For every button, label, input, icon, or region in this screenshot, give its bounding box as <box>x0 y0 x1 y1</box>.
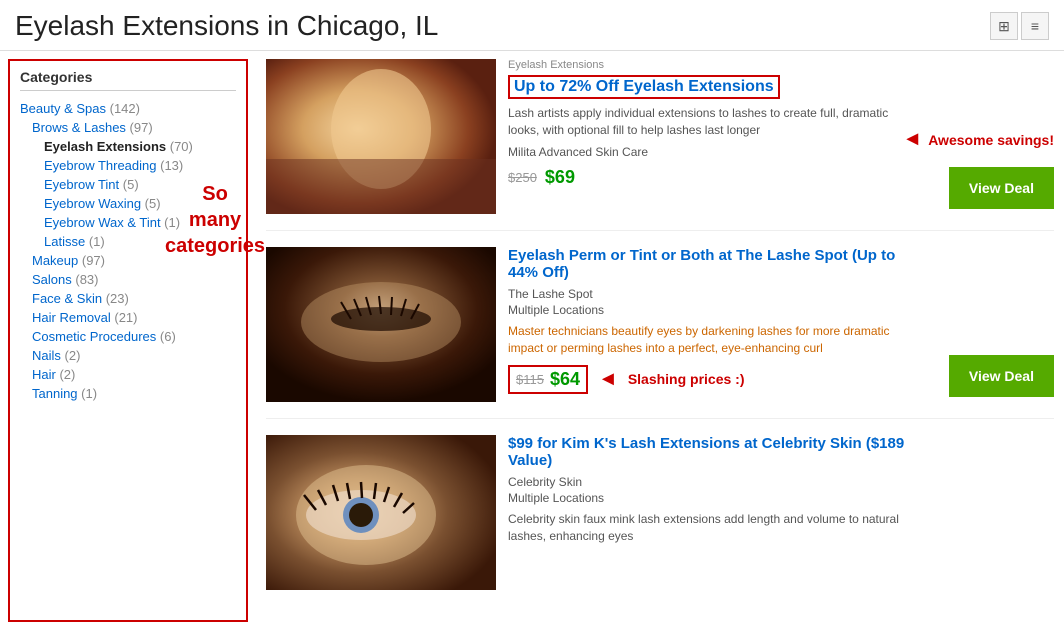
main-layout: Categories Beauty & Spas (142) Brows & L… <box>0 51 1064 630</box>
list-view-button[interactable]: ≡ <box>1021 12 1049 40</box>
sidebar-item-label: Face & Skin <box>32 291 106 306</box>
deal-image-3 <box>266 435 496 590</box>
deal-location-2: Multiple Locations <box>508 303 922 317</box>
sidebar-item-label: Nails <box>32 348 65 363</box>
deal-title-3[interactable]: $99 for Kim K's Lash Extensions at Celeb… <box>508 435 922 469</box>
deal-price-sale-1: $69 <box>545 167 575 188</box>
deal-card-2: Eyelash Perm or Tint or Both at The Lash… <box>266 247 1054 419</box>
deal-merchant-1: Milita Advanced Skin Care <box>508 145 890 159</box>
deal-description-3: Celebrity skin faux mink lash extensions… <box>508 511 922 545</box>
sidebar-item-face-skin[interactable]: Face & Skin (23) <box>20 289 236 308</box>
deal-price-sale-2: $64 <box>550 369 580 390</box>
sidebar-item-label: Tanning <box>32 386 81 401</box>
deal-actions-2: View Deal <box>934 247 1054 402</box>
deals-content: Eyelash Extensions Up to 72% Off Eyelash… <box>256 51 1064 630</box>
sidebar-item-label: Hair Removal <box>32 310 114 325</box>
sidebar-item-label: Hair <box>32 367 59 382</box>
deal-actions-3 <box>934 435 1054 590</box>
sidebar-item-label: Salons <box>32 272 75 287</box>
sidebar-item-eyelash-extensions[interactable]: Eyelash Extensions (70) <box>20 137 236 156</box>
page-title: Eyelash Extensions in Chicago, IL <box>15 10 438 42</box>
sidebar-title: Categories <box>20 69 236 91</box>
deal-image-1 <box>266 59 496 214</box>
sidebar-item-nails[interactable]: Nails (2) <box>20 346 236 365</box>
sidebar-item-label: Eyebrow Wax & Tint <box>44 215 164 230</box>
sidebar-item-label: Eyebrow Tint <box>44 177 123 192</box>
sidebar-item-label: Cosmetic Procedures <box>32 329 160 344</box>
sidebar-item-brows-lashes[interactable]: Brows & Lashes (97) <box>20 118 236 137</box>
awesome-annotation-1: Awesome savings! <box>928 132 1054 148</box>
deal-price-original-2: $115 <box>516 372 544 387</box>
deal-merchant-3: Celebrity Skin <box>508 475 922 489</box>
sidebar-item-label: Brows & Lashes <box>32 120 130 135</box>
sidebar-item-cosmetic-procedures[interactable]: Cosmetic Procedures (6) <box>20 327 236 346</box>
deal-image-2 <box>266 247 496 402</box>
sidebar-item-tanning[interactable]: Tanning (1) <box>20 384 236 403</box>
deal-merchant-2: The Lashe Spot <box>508 287 922 301</box>
view-toggle: ⊞ ≡ <box>990 12 1049 40</box>
deal-price-original-1: $250 <box>508 170 537 185</box>
sidebar-item-beauty-spas[interactable]: Beauty & Spas (142) <box>20 99 236 118</box>
sidebar-item-label: Eyebrow Waxing <box>44 196 145 211</box>
deal-price-box-2: $115 $64 <box>508 365 588 394</box>
deal-title-2[interactable]: Eyelash Perm or Tint or Both at The Lash… <box>508 247 922 281</box>
grid-view-button[interactable]: ⊞ <box>990 12 1018 40</box>
deal-actions-1: ◄ Awesome savings! View Deal <box>902 59 1054 214</box>
arrow-right-icon-1: ◄ <box>902 128 922 151</box>
sidebar-item-label: Latisse <box>44 234 89 249</box>
deal-card-1: Eyelash Extensions Up to 72% Off Eyelash… <box>266 59 1054 231</box>
view-deal-button-1[interactable]: View Deal <box>949 167 1054 209</box>
deal-info-3: $99 for Kim K's Lash Extensions at Celeb… <box>496 435 934 590</box>
deal-location-3: Multiple Locations <box>508 491 922 505</box>
sidebar-item-salons[interactable]: Salons (83) <box>20 270 236 289</box>
deal-category-1: Eyelash Extensions <box>508 59 890 71</box>
deal-card-3: $99 for Kim K's Lash Extensions at Celeb… <box>266 435 1054 606</box>
page-header: Eyelash Extensions in Chicago, IL ⊞ ≡ <box>0 0 1064 51</box>
slashing-annotation-2: Slashing prices :) <box>628 371 745 387</box>
view-deal-button-2[interactable]: View Deal <box>949 355 1054 397</box>
sidebar-item-hair-removal[interactable]: Hair Removal (21) <box>20 308 236 327</box>
sidebar-item-label: Makeup <box>32 253 82 268</box>
deal-title-1[interactable]: Up to 72% Off Eyelash Extensions <box>508 75 780 99</box>
sidebar-annotation: Somanycategories <box>165 181 265 259</box>
arrow-right-icon-2: ◄ <box>598 368 618 391</box>
sidebar-item-label: Eyelash Extensions <box>44 139 170 154</box>
deal-info-2: Eyelash Perm or Tint or Both at The Lash… <box>496 247 934 402</box>
sidebar-item-label: Eyebrow Threading <box>44 158 160 173</box>
sidebar-item-eyebrow-threading[interactable]: Eyebrow Threading (13) <box>20 156 236 175</box>
deal-description-1: Lash artists apply individual extensions… <box>508 105 890 139</box>
sidebar-item-label: Beauty & Spas <box>20 101 110 116</box>
sidebar-item-hair[interactable]: Hair (2) <box>20 365 236 384</box>
deal-description-2: Master technicians beautify eyes by dark… <box>508 323 922 357</box>
deal-info-1: Eyelash Extensions Up to 72% Off Eyelash… <box>496 59 902 214</box>
sidebar: Categories Beauty & Spas (142) Brows & L… <box>8 59 248 622</box>
